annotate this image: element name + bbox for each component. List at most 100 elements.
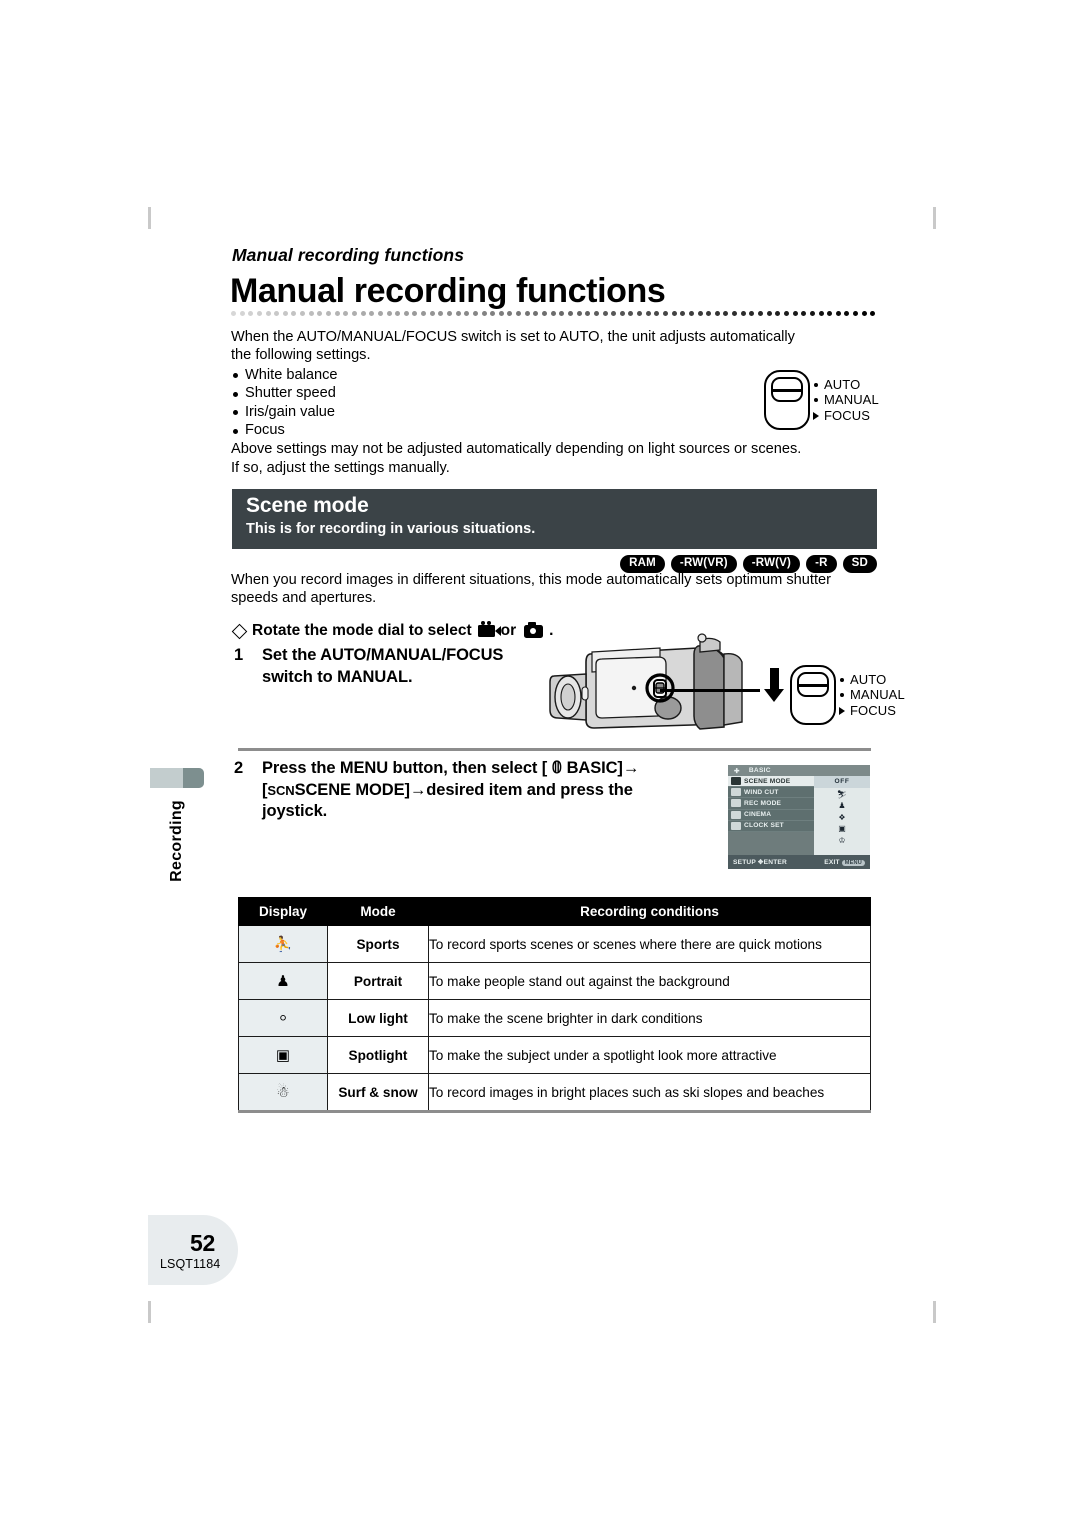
step-1-line-1: Set the AUTO/MANUAL/FOCUS [262, 646, 504, 664]
dot-rule-dot [619, 311, 625, 316]
dot-rule-dot [775, 311, 781, 316]
portrait-icon: ♟ [276, 972, 290, 990]
table-cell-mode: Surf & snow [327, 1073, 429, 1111]
table-row: ♟ Portrait To make people stand out agains… [238, 962, 871, 1000]
auto-adjust-item: White balance [231, 366, 811, 384]
step-1-number: 1 [234, 646, 244, 664]
lcd-footer-left: SETUP ✥ENTER [733, 859, 787, 866]
lcd-portrait-icon[interactable]: ♟ [838, 801, 845, 810]
lcd-menu-item-label: WIND CUT [744, 788, 779, 796]
decorative-dot-rule [231, 311, 879, 318]
auto-manual-focus-switch-diagram-callout: AUTO MANUAL FOCUS [790, 665, 905, 725]
lcd-menu-screenshot: ✚ BASIC SCENE MODE WIND CUT REC MODE CINEMA… [728, 765, 870, 869]
dot-rule-dot [472, 311, 478, 316]
dot-rule-dot [654, 311, 660, 316]
intro-block: When the AUTO/MANUAL/FOCUS switch is set… [231, 328, 811, 477]
table-row: ☃ Surf & snow To record images in bright p… [238, 1073, 871, 1111]
dot-rule-dot [395, 311, 401, 316]
step-1-line-2: switch to MANUAL. [262, 667, 413, 686]
dot-rule-dot [464, 311, 470, 316]
table-cell-condition: To make the scene brighter in dark condi… [428, 999, 871, 1037]
dot-rule-dot [835, 311, 841, 316]
sports-icon: ⛹ [273, 935, 293, 953]
lcd-option-off[interactable]: OFF [814, 776, 870, 788]
lcd-low-light-icon[interactable]: ❖ [838, 813, 845, 822]
dot-rule-dot [870, 311, 876, 316]
lcd-menu-item[interactable]: CLOCK SET [728, 820, 814, 832]
lcd-exit-menu-badge: MENU [841, 859, 865, 866]
dot-rule-dot [559, 311, 565, 316]
dot-rule-dot [507, 311, 513, 316]
dot-rule-dot [248, 311, 254, 316]
lcd-scene-option-icons: ⛷ ♟ ❖ ▣ ♔ [814, 788, 870, 845]
lcd-menu-item-icon [731, 821, 741, 830]
dot-rule-dot [628, 311, 634, 316]
lcd-surf-snow-icon[interactable]: ♔ [838, 836, 845, 845]
table-cell-display: ⛹ [238, 925, 328, 963]
photo-mode-icon [524, 621, 544, 638]
dot-rule-dot [351, 311, 357, 316]
switch-knob-icon [771, 377, 803, 402]
table-cell-display: ⸰ [238, 999, 328, 1037]
movie-mode-icon [477, 621, 501, 637]
lcd-menu-item-icon [731, 799, 741, 808]
lcd-menu-item-list: SCENE MODE WIND CUT REC MODE CINEMA CLOCK SE… [728, 776, 814, 832]
lcd-menu-item[interactable]: CINEMA [728, 809, 814, 821]
lcd-spotlight-icon[interactable]: ▣ [838, 824, 846, 833]
running-head: Manual recording functions [232, 245, 465, 265]
table-row: ⸰ Low light To make the scene brighter in … [238, 999, 871, 1037]
table-cell-mode: Portrait [327, 962, 429, 1000]
intro-paragraph-2: Above settings may not be adjusted autom… [231, 441, 802, 476]
dot-rule-dot [334, 311, 340, 316]
lcd-footer-right: EXIT MENU [824, 859, 865, 866]
dot-rule-dot [697, 311, 703, 316]
table-cell-mode: Spotlight [327, 1036, 429, 1074]
lcd-menu-title: BASIC [748, 767, 771, 774]
auto-manual-focus-switch-diagram-top: AUTO MANUAL FOCUS [764, 370, 879, 430]
chapter-tab-marker [150, 768, 204, 788]
mode-dial-text-middle: or [500, 622, 517, 639]
table-cell-condition: To record sports scenes or scenes where … [428, 925, 871, 963]
switch-label-manual: MANUAL [813, 392, 879, 408]
dot-rule-dot [429, 311, 435, 316]
dot-rule-dot [438, 311, 444, 316]
dot-rule-dot [792, 311, 798, 316]
step-2-text-b: BASIC] [566, 759, 623, 777]
lcd-menu-item[interactable]: SCENE MODE [728, 776, 814, 788]
lcd-menu-item-icon [731, 810, 741, 819]
dot-rule-dot [231, 311, 236, 316]
table-cell-mode: Sports [327, 925, 429, 963]
switch-body-icon [764, 370, 810, 430]
dot-rule-dot [369, 311, 375, 316]
dot-rule-dot [602, 311, 608, 316]
table-cell-condition: To make people stand out against the bac… [428, 962, 871, 1000]
dot-rule-dot [516, 311, 522, 316]
dot-rule-dot [403, 311, 409, 316]
lcd-menu-item[interactable]: REC MODE [728, 798, 814, 810]
callout-leader-line [660, 689, 760, 692]
table-header-conditions: Recording conditions [428, 897, 871, 926]
switch-label-focus-callout: FOCUS [839, 703, 905, 719]
diamond-bullet-icon [231, 623, 248, 639]
surf-snow-icon: ☃ [276, 1083, 290, 1101]
table-header-mode: Mode [327, 897, 429, 926]
dot-rule-dot [818, 311, 824, 316]
lcd-sports-icon[interactable]: ⛷ [837, 790, 847, 799]
switch-label-manual-callout: MANUAL [839, 687, 905, 703]
section-body-text: When you record images in different situ… [231, 572, 831, 607]
dot-rule-dot [274, 311, 280, 316]
chapter-tab-label: Recording [168, 800, 185, 882]
step-1: 1 Set the AUTO/MANUAL/FOCUS switch to MA… [234, 645, 564, 688]
dot-rule-dot [732, 311, 738, 316]
dot-rule-dot [801, 311, 807, 316]
dot-rule-dot [593, 311, 599, 316]
table-cell-display: ☃ [238, 1073, 328, 1111]
switch-label-auto-callout: AUTO [839, 672, 905, 688]
switch-knob-icon-callout [797, 672, 829, 697]
divider-below-table [238, 1110, 871, 1113]
document-code: LSQT1184 [160, 1257, 221, 1271]
lcd-menu-item[interactable]: WIND CUT [728, 787, 814, 799]
dot-rule-dot [481, 311, 487, 316]
dot-rule-dot [714, 311, 720, 316]
lcd-menu-footer: SETUP ✥ENTER EXIT MENU [728, 855, 870, 869]
